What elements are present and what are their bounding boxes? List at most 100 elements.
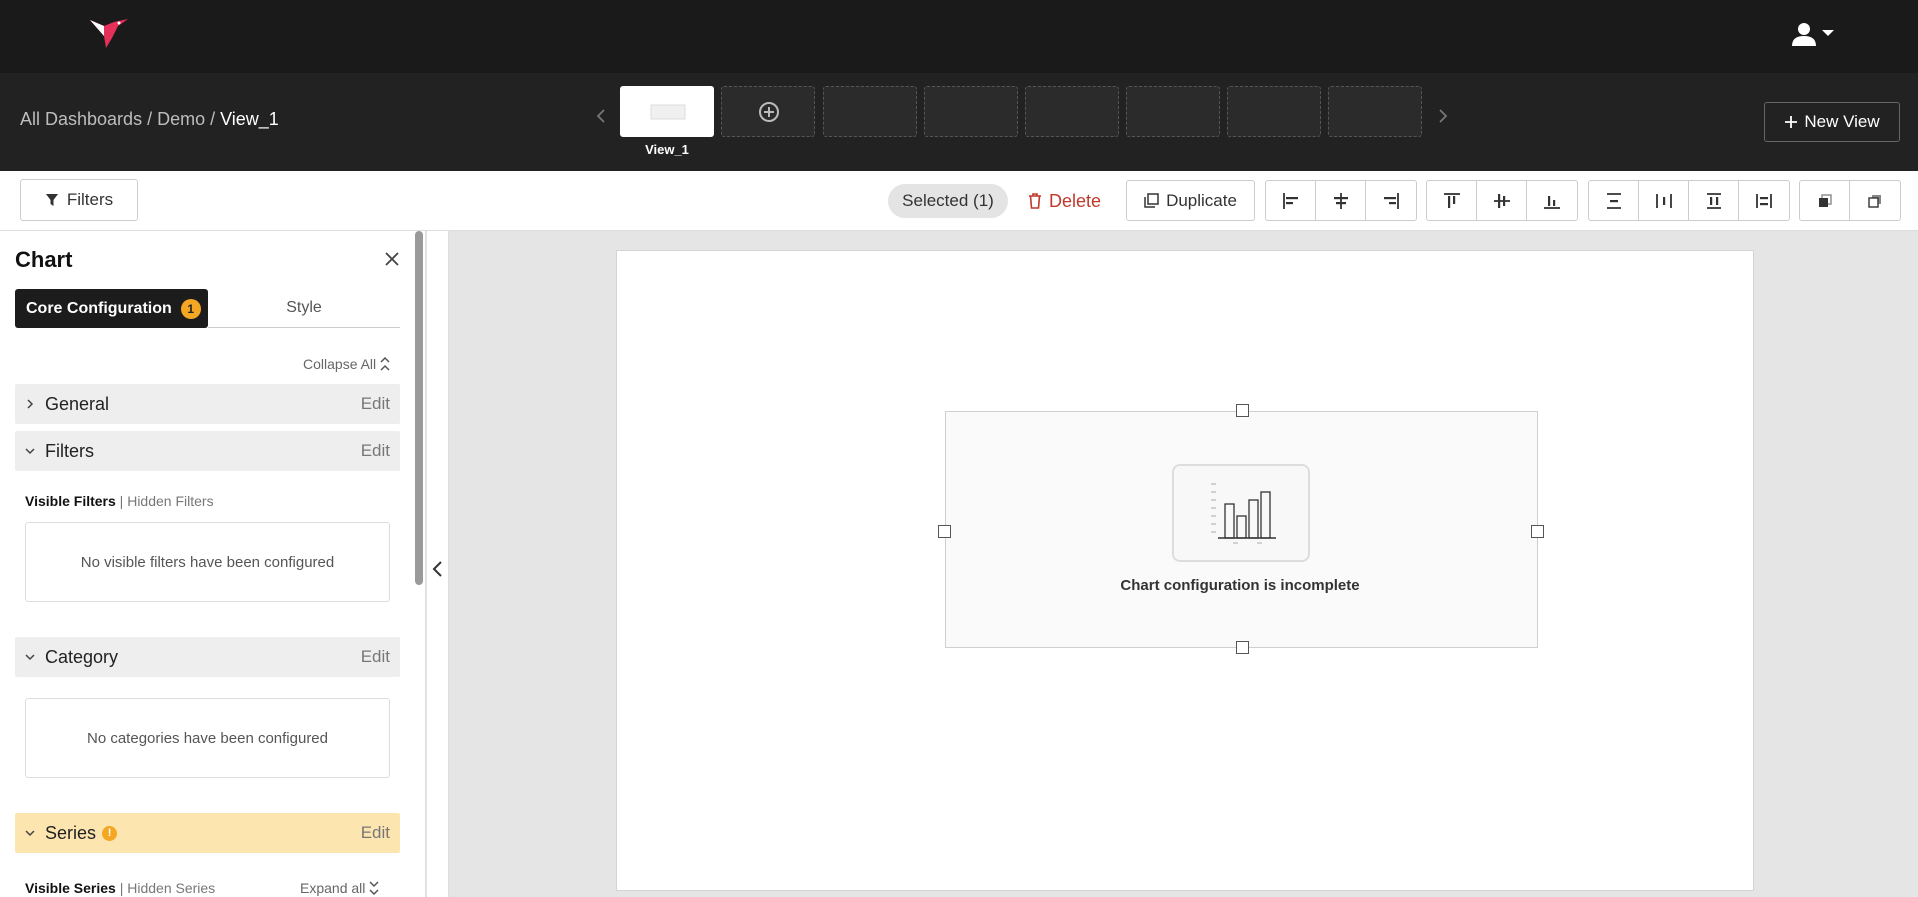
align-horizontal-group bbox=[1265, 180, 1417, 221]
space-vertical-button[interactable] bbox=[1689, 181, 1739, 220]
hidden-series-tab[interactable]: Hidden Series bbox=[127, 880, 215, 896]
align-middle-icon bbox=[1493, 193, 1510, 208]
breadcrumb-demo[interactable]: Demo bbox=[157, 109, 205, 129]
align-top-button[interactable] bbox=[1427, 181, 1477, 220]
close-icon bbox=[385, 252, 399, 266]
plus-circle-icon bbox=[759, 102, 779, 122]
align-center-button[interactable] bbox=[1316, 181, 1366, 220]
align-left-button[interactable] bbox=[1266, 181, 1316, 220]
views-next-button[interactable] bbox=[1431, 105, 1455, 129]
view-slot[interactable] bbox=[823, 86, 917, 137]
edit-series-button[interactable]: Edit bbox=[361, 823, 390, 843]
edit-general-button[interactable]: Edit bbox=[361, 394, 390, 414]
align-bottom-button[interactable] bbox=[1527, 181, 1577, 220]
edit-category-button[interactable]: Edit bbox=[361, 647, 390, 667]
chevron-down-icon bbox=[1822, 30, 1834, 36]
new-view-button[interactable]: New View bbox=[1764, 102, 1900, 142]
expand-all-button[interactable]: Expand all bbox=[300, 880, 379, 896]
panel-scrollbar[interactable] bbox=[415, 231, 423, 585]
filters-visibility-tabs: Visible Filters | Hidden Filters bbox=[25, 493, 214, 509]
breadcrumb-all-dashboards[interactable]: All Dashboards bbox=[20, 109, 142, 129]
chevron-left-icon bbox=[432, 561, 442, 577]
send-to-back-icon bbox=[1868, 194, 1881, 208]
align-vertical-group bbox=[1426, 180, 1578, 221]
view-slot[interactable] bbox=[924, 86, 1018, 137]
section-series[interactable]: Series ! Edit bbox=[15, 813, 400, 853]
chart-incomplete-message: Chart configuration is incomplete bbox=[1120, 577, 1360, 594]
view-slot[interactable] bbox=[1025, 86, 1119, 137]
view-thumbnail-view1[interactable] bbox=[620, 86, 714, 137]
section-category[interactable]: Category Edit bbox=[15, 637, 400, 677]
align-right-button[interactable] bbox=[1366, 181, 1416, 220]
bring-to-front-icon bbox=[1818, 193, 1832, 207]
distribute-vertical-button[interactable] bbox=[1589, 181, 1639, 220]
selected-count-badge: Selected (1) bbox=[888, 184, 1008, 218]
resize-handle-bottom[interactable] bbox=[1236, 641, 1249, 654]
edit-filters-button[interactable]: Edit bbox=[361, 441, 390, 461]
filter-icon bbox=[45, 194, 58, 206]
hidden-filters-tab[interactable]: Hidden Filters bbox=[127, 493, 213, 509]
views-prev-button[interactable] bbox=[589, 105, 613, 129]
collapse-all-button[interactable]: Collapse All bbox=[303, 356, 390, 372]
collapse-panel-handle[interactable] bbox=[427, 231, 449, 897]
space-horizontal-button[interactable] bbox=[1739, 181, 1789, 220]
visible-filters-tab[interactable]: Visible Filters bbox=[25, 493, 116, 509]
trash-icon bbox=[1029, 193, 1041, 209]
distribute-horizontal-button[interactable] bbox=[1639, 181, 1689, 220]
user-menu[interactable] bbox=[1790, 22, 1838, 46]
tab-core-configuration[interactable]: Core Configuration 1 bbox=[15, 289, 208, 328]
breadcrumb: All Dashboards / Demo / View_1 bbox=[20, 109, 279, 129]
close-panel-button[interactable] bbox=[382, 249, 402, 269]
layer-order-group bbox=[1799, 180, 1901, 221]
resize-handle-right[interactable] bbox=[1531, 525, 1544, 538]
space-horizontal-icon bbox=[1756, 193, 1772, 208]
delete-button[interactable]: Delete bbox=[1028, 184, 1101, 218]
add-view-button[interactable] bbox=[721, 86, 815, 137]
series-visibility-tabs: Visible Series | Hidden Series bbox=[25, 880, 216, 896]
align-right-icon bbox=[1384, 192, 1399, 209]
top-bar bbox=[0, 0, 1918, 73]
align-middle-button[interactable] bbox=[1477, 181, 1527, 220]
expand-icon bbox=[369, 881, 379, 895]
visible-series-tab[interactable]: Visible Series bbox=[25, 880, 116, 896]
chevron-left-icon bbox=[596, 109, 605, 123]
warning-count-badge: 1 bbox=[180, 298, 201, 319]
plus-icon bbox=[1785, 116, 1798, 128]
chart-config-panel: Chart Core Configuration 1 Style Collaps… bbox=[0, 231, 426, 897]
categories-empty-state: No categories have been configured bbox=[25, 698, 390, 778]
filters-empty-state: No visible filters have been configured bbox=[25, 522, 390, 602]
user-icon bbox=[1792, 23, 1834, 46]
align-bottom-icon bbox=[1544, 195, 1560, 209]
view-slot[interactable] bbox=[1227, 86, 1321, 137]
duplicate-button[interactable]: Duplicate bbox=[1126, 180, 1255, 221]
align-top-icon bbox=[1443, 192, 1460, 208]
bring-to-front-button[interactable] bbox=[1800, 181, 1850, 220]
distribute-group bbox=[1588, 180, 1790, 221]
align-center-icon bbox=[1333, 192, 1348, 209]
tab-style[interactable]: Style bbox=[208, 289, 400, 328]
view-slot[interactable] bbox=[1328, 86, 1422, 137]
view-thumbnail-label: View_1 bbox=[645, 142, 689, 157]
space-vertical-icon bbox=[1706, 192, 1721, 209]
chevron-right-icon bbox=[1439, 109, 1448, 123]
align-left-icon bbox=[1282, 192, 1298, 209]
hummingbird-logo-icon[interactable] bbox=[88, 14, 134, 54]
view-slot[interactable] bbox=[1126, 86, 1220, 137]
breadcrumb-current: View_1 bbox=[220, 109, 279, 129]
section-general[interactable]: General Edit bbox=[15, 384, 400, 424]
warning-icon: ! bbox=[102, 825, 118, 841]
panel-title: Chart bbox=[15, 247, 73, 272]
section-filters[interactable]: Filters Edit bbox=[15, 431, 400, 471]
resize-handle-left[interactable] bbox=[938, 525, 951, 538]
toolbar: Filters Selected (1) Delete Duplicate bbox=[0, 171, 1918, 231]
chevron-down-icon bbox=[25, 654, 35, 661]
send-to-back-button[interactable] bbox=[1850, 181, 1900, 220]
chevron-down-icon bbox=[25, 448, 35, 455]
collapse-icon bbox=[380, 357, 390, 371]
distribute-vertical-icon bbox=[1606, 192, 1621, 209]
chevron-down-icon bbox=[25, 830, 35, 837]
view-bar: All Dashboards / Demo / View_1 View_1 New Vi… bbox=[0, 73, 1918, 171]
duplicate-icon bbox=[1144, 193, 1159, 208]
filters-button[interactable]: Filters bbox=[20, 179, 138, 221]
resize-handle-top[interactable] bbox=[1236, 404, 1249, 417]
